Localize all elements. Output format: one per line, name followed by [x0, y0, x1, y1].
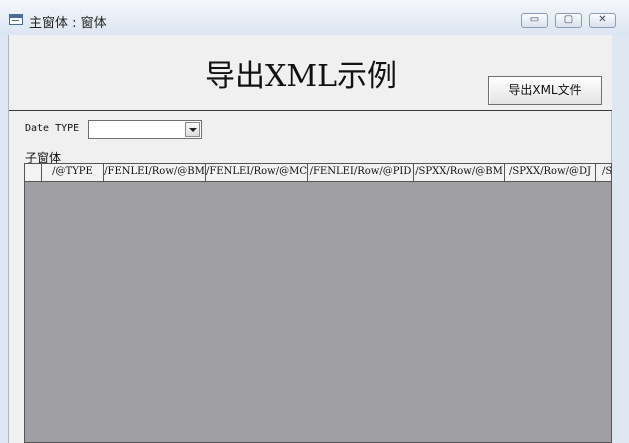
minimize-button[interactable]: ▭: [521, 13, 548, 28]
window-title: 主窗体 : 窗体: [29, 16, 107, 31]
title-bar[interactable]: 主窗体 : 窗体 ▭ ▢ ✕: [0, 0, 629, 36]
grid-header-row: /@TYPE /FENLEI/Row/@BM /FENLEI/Row/@MC /…: [25, 164, 611, 182]
close-button[interactable]: ✕: [589, 13, 616, 28]
column-header[interactable]: /FENLEI/Row/@PID: [308, 164, 414, 181]
record-selector-header[interactable]: [25, 164, 42, 181]
column-header[interactable]: /S: [596, 164, 611, 181]
column-header[interactable]: /SPXX/Row/@BM: [414, 164, 505, 181]
restore-button[interactable]: ▢: [555, 13, 582, 28]
dropdown-arrow-icon[interactable]: [185, 122, 200, 137]
form-header: 导出XML示例 导出XML文件: [9, 35, 612, 111]
date-type-label: Date TYPE: [25, 123, 80, 134]
subform-datasheet[interactable]: /@TYPE /FENLEI/Row/@BM /FENLEI/Row/@MC /…: [24, 163, 612, 443]
export-xml-button[interactable]: 导出XML文件: [488, 76, 602, 105]
column-header[interactable]: /FENLEI/Row/@BM: [104, 164, 206, 181]
date-type-combo[interactable]: [88, 120, 202, 139]
column-header[interactable]: /@TYPE: [42, 164, 104, 181]
main-window: 主窗体 : 窗体 ▭ ▢ ✕ 导出XML示例 导出XML文件 Date TYPE…: [0, 0, 629, 443]
form-window-icon: [9, 14, 23, 25]
column-header[interactable]: /FENLEI/Row/@MC: [206, 164, 308, 181]
form-client-area: 导出XML示例 导出XML文件 Date TYPE 子窗体 /@TYPE /FE…: [8, 35, 612, 443]
column-header[interactable]: /SPXX/Row/@DJ: [505, 164, 596, 181]
form-title: 导出XML示例: [205, 59, 397, 94]
